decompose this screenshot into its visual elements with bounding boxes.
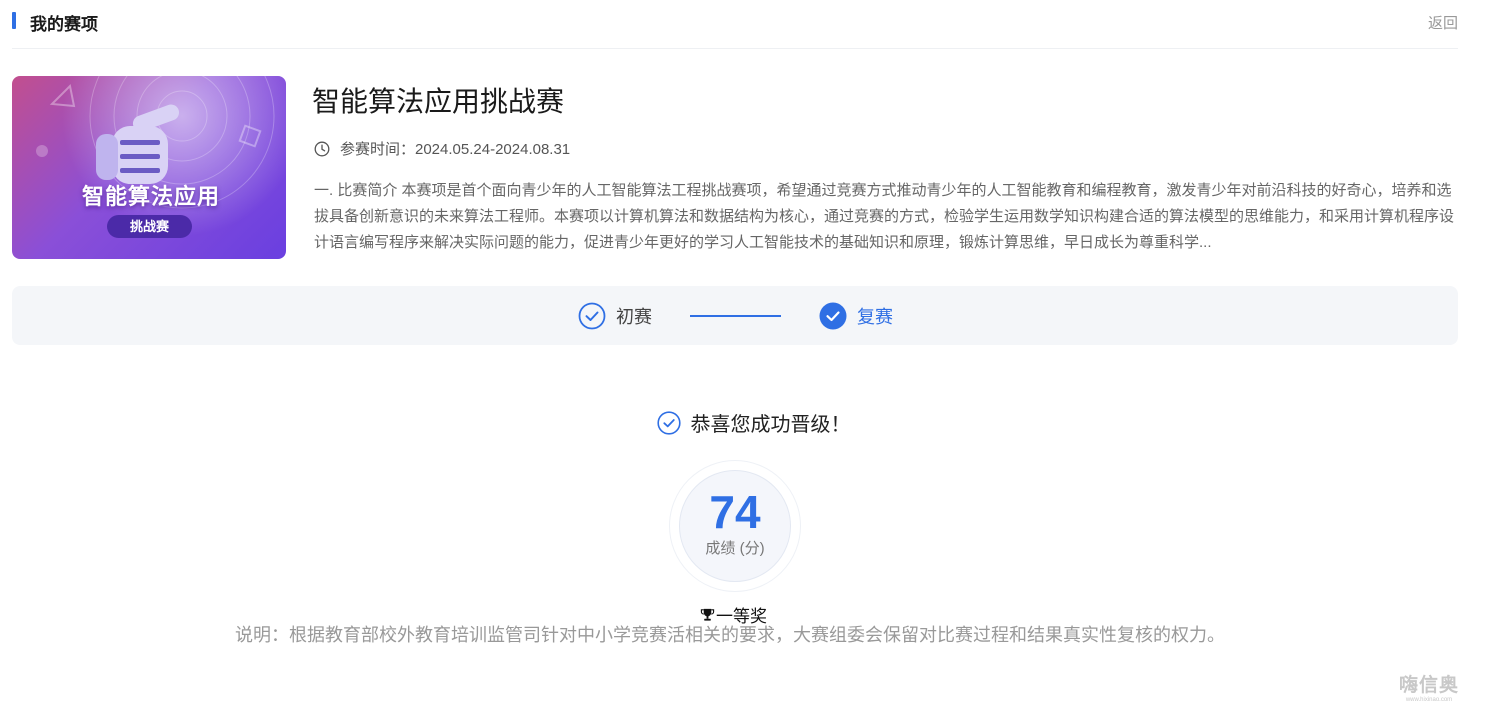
promotion-message-text: 恭喜您成功晋级！ [690, 414, 851, 436]
title-accent-bar [12, 12, 16, 29]
cover-badge: 挑战赛 [107, 215, 192, 238]
trophy-icon [700, 608, 715, 621]
check-circle-filled-icon [819, 302, 847, 330]
back-link[interactable]: 返回 [1428, 12, 1458, 33]
step-connector [690, 315, 781, 317]
step-final-label: 复赛 [857, 307, 893, 327]
stage-progress: 初赛 复赛 [12, 286, 1458, 345]
competition-time-text: 参赛时间：2024.05.24-2024.08.31 [340, 141, 571, 158]
competition-title: 智能算法应用挑战赛 [312, 86, 565, 117]
competition-description: 一. 比赛简介 本赛项是首个面向青少年的人工智能算法工程挑战赛项，希望通过竞赛方… [314, 182, 1455, 251]
step-preliminary-label: 初赛 [616, 307, 652, 327]
check-circle-outline-icon [656, 410, 681, 435]
clock-icon [314, 141, 330, 156]
watermark-logo: 嗨信奥 www.hixinao.com [1398, 670, 1460, 703]
competition-time: 参赛时间：2024.05.24-2024.08.31 [314, 138, 570, 159]
page-title: 我的赛项 [30, 15, 98, 34]
watermark-main: 嗨信奥 [1398, 675, 1459, 696]
promotion-message: 恭喜您成功晋级！ [0, 408, 1507, 437]
cover-title: 智能算法应用 [82, 184, 221, 209]
step-final: 复赛 [819, 302, 893, 330]
watermark-sub: www.hixinao.com [1405, 697, 1453, 703]
check-circle-outline-icon [578, 302, 606, 330]
score-value: 74 [709, 486, 761, 538]
page-header: 我的赛项 返回 [12, 0, 1458, 49]
disclaimer-note: 说明：根据教育部校外教育培训监管司针对中小学竞赛活相关的要求，大赛组委会保留对比… [235, 625, 1225, 645]
score-label: 成绩 (分) [705, 540, 765, 557]
step-preliminary: 初赛 [578, 302, 652, 330]
competition-cover-image: 智能算法应用 挑战赛 [12, 76, 286, 259]
